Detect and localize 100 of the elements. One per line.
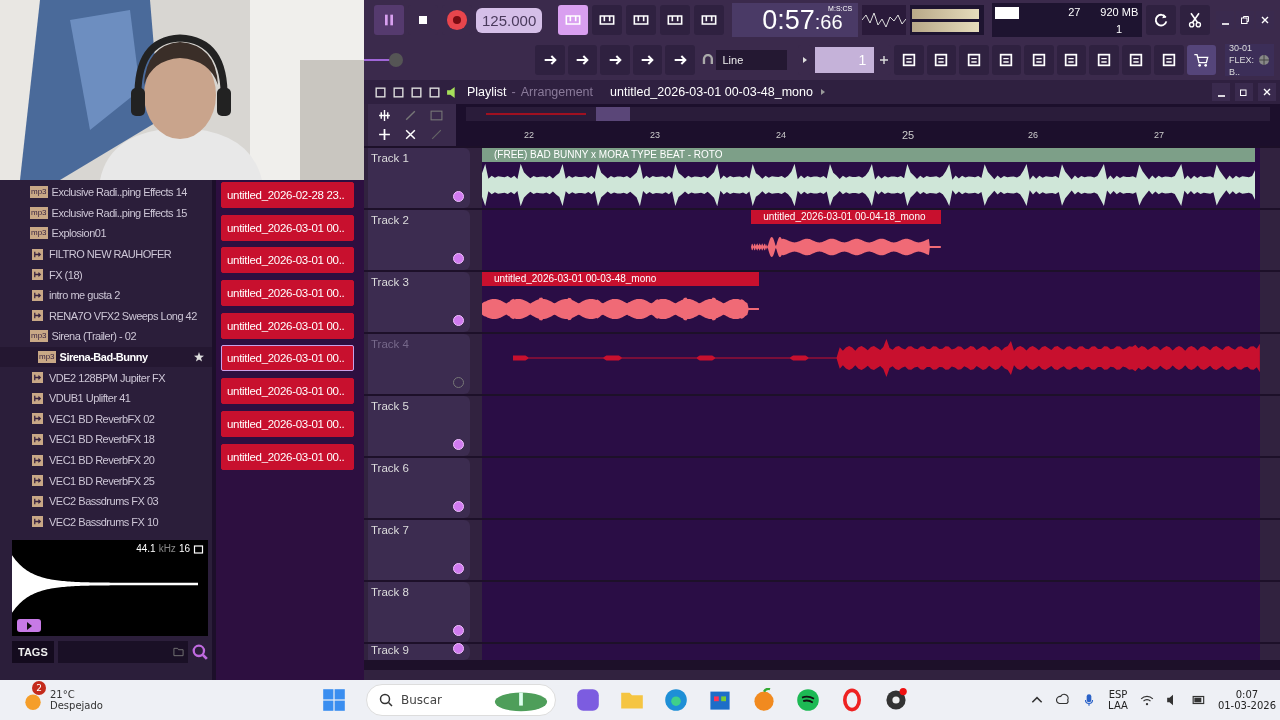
globe-icon[interactable] bbox=[1258, 52, 1270, 68]
clip-item[interactable]: untitled_2026-03-01 00.. bbox=[221, 378, 354, 405]
knob-button[interactable] bbox=[665, 45, 695, 75]
search-field[interactable]: Buscar bbox=[366, 684, 556, 716]
loop-button[interactable] bbox=[694, 5, 725, 35]
browser-item[interactable]: intro me gusta 2 bbox=[49, 289, 120, 302]
person-button[interactable] bbox=[1121, 45, 1151, 75]
wifi-icon[interactable] bbox=[1139, 693, 1154, 707]
browser-item[interactable]: VEC1 BD ReverbFX 25 bbox=[49, 474, 155, 487]
track-header[interactable]: Track 3 bbox=[368, 272, 470, 332]
audio-clip[interactable]: untitled_2026-03-01 00-04-18_mono bbox=[751, 210, 941, 270]
keys-plus-button[interactable] bbox=[660, 5, 691, 35]
clip-item[interactable]: untitled_2026-03-01 00.. bbox=[221, 443, 354, 470]
document-button[interactable] bbox=[1056, 45, 1086, 75]
browser-item[interactable]: VEC2 Bassdrums FX 03 bbox=[49, 495, 159, 508]
browser-item[interactable]: VEC2 Bassdrums FX 10 bbox=[49, 515, 159, 528]
link-button[interactable] bbox=[632, 45, 663, 75]
plug-button[interactable] bbox=[1089, 45, 1119, 75]
track-lane[interactable] bbox=[482, 582, 1260, 642]
browser-item[interactable]: Sirena-Bad-Bunny bbox=[59, 351, 148, 364]
horizontal-scrollbar[interactable] bbox=[364, 660, 1280, 670]
mute-toggle[interactable] bbox=[453, 377, 464, 388]
system-clock[interactable]: 0:07 01-03-2026 bbox=[1217, 689, 1276, 711]
track-header[interactable]: Track 7 bbox=[368, 520, 470, 580]
arrow-button[interactable] bbox=[567, 45, 598, 75]
browser-item[interactable]: FILTRO NEW RAUHOFER bbox=[49, 248, 172, 261]
snap-dropdown[interactable]: Line bbox=[716, 50, 788, 70]
minimize-button[interactable] bbox=[1212, 83, 1230, 101]
tool-icon[interactable] bbox=[410, 85, 423, 99]
search-icon[interactable] bbox=[192, 644, 208, 661]
sparkle-button[interactable] bbox=[558, 5, 589, 35]
tags-field[interactable] bbox=[57, 641, 188, 664]
folder-icon[interactable] bbox=[173, 647, 184, 658]
browser-item[interactable]: VDE2 128BPM Jupiter FX bbox=[49, 371, 166, 384]
track-header[interactable]: Track 6 bbox=[368, 458, 470, 518]
browser-item[interactable]: RENA7O VFX2 Sweeps Long 42 bbox=[49, 309, 197, 322]
waveform-icon[interactable] bbox=[378, 109, 391, 122]
ring-icon[interactable] bbox=[840, 688, 864, 712]
tempo-field[interactable]: 125.000 bbox=[476, 7, 543, 33]
track-header[interactable]: Track 9 bbox=[368, 644, 470, 660]
browser-item[interactable]: VEC1 BD ReverbFX 18 bbox=[49, 433, 155, 446]
browser-item[interactable]: VEC1 BD ReverbFX 02 bbox=[49, 412, 155, 425]
track-lane[interactable] bbox=[482, 396, 1260, 456]
tool-icon[interactable] bbox=[428, 85, 441, 99]
close-icon[interactable] bbox=[404, 128, 417, 141]
track-lane[interactable]: untitled_2026-03-01 00-03-48_mono bbox=[482, 272, 1260, 332]
browser-item[interactable]: Exclusive Radi..ping Effects 15 bbox=[51, 206, 187, 219]
aperture-icon[interactable] bbox=[884, 688, 908, 712]
maximize-button[interactable] bbox=[1235, 83, 1253, 101]
language-indicator[interactable]: ESP LAA bbox=[1108, 689, 1128, 711]
tool-icon[interactable] bbox=[374, 85, 387, 99]
shop-button[interactable] bbox=[1186, 45, 1216, 75]
music-app-icon[interactable] bbox=[796, 688, 820, 712]
track-header[interactable]: Track 1 bbox=[368, 148, 470, 208]
list-button[interactable] bbox=[959, 45, 989, 75]
audio-clip[interactable]: untitled_2026-03-01 00-03-48_mono bbox=[482, 272, 759, 332]
tool-icon[interactable] bbox=[392, 85, 405, 99]
keyboard-button[interactable] bbox=[535, 45, 565, 75]
track-lane[interactable] bbox=[482, 520, 1260, 580]
clip-item[interactable]: untitled_2026-03-01 00.. bbox=[221, 280, 354, 307]
clip-item[interactable]: untitled_2026-03-01 00.. bbox=[221, 410, 354, 437]
browser-item[interactable]: Sirena (Trailer) - 02 bbox=[51, 330, 136, 343]
stairs-button[interactable] bbox=[926, 45, 956, 75]
frame-icon[interactable] bbox=[193, 543, 204, 554]
browser-item[interactable]: Explosion01 bbox=[51, 227, 106, 240]
clip-item[interactable]: untitled_2026-03-01 00.. bbox=[221, 214, 354, 241]
close-button[interactable] bbox=[1258, 83, 1276, 101]
slider-thumb[interactable] bbox=[389, 53, 404, 67]
countdown-button[interactable] bbox=[626, 5, 657, 35]
clip-item[interactable]: untitled_2026-03-01 00.. bbox=[221, 247, 354, 274]
clip-item[interactable]: untitled_2026-02-28 23.. bbox=[221, 182, 354, 208]
track-header[interactable]: Track 8 bbox=[368, 582, 470, 642]
browser-icon[interactable] bbox=[664, 688, 688, 712]
star-icon[interactable] bbox=[194, 352, 204, 363]
browser-item[interactable]: Exclusive Radi..ping Effects 14 bbox=[51, 186, 187, 199]
step-button[interactable] bbox=[894, 45, 924, 75]
track-header[interactable]: Track 5 bbox=[368, 396, 470, 456]
track-header[interactable]: Track 2 bbox=[368, 210, 470, 270]
start-icon[interactable] bbox=[322, 688, 346, 712]
mixer-button[interactable] bbox=[991, 45, 1021, 75]
track-lane[interactable] bbox=[482, 458, 1260, 518]
app-icon[interactable] bbox=[576, 688, 600, 712]
hand-button[interactable] bbox=[1154, 45, 1184, 75]
track-lane[interactable] bbox=[482, 644, 1260, 660]
clip-item[interactable]: untitled_2026-03-01 00.. bbox=[221, 345, 354, 372]
browser-item[interactable]: VDUB1 Uplifter 41 bbox=[49, 392, 131, 405]
reset-button[interactable] bbox=[1146, 5, 1177, 35]
cut-button[interactable] bbox=[1180, 5, 1211, 35]
brush-button[interactable] bbox=[600, 45, 630, 75]
cloud-icon[interactable] bbox=[1056, 693, 1071, 707]
browser-item[interactable]: VEC1 BD ReverbFX 20 bbox=[49, 454, 155, 466]
battery-icon[interactable] bbox=[1191, 693, 1206, 707]
track-lane[interactable]: untitled_2026-03-01 00-04-18_mono bbox=[482, 210, 1260, 270]
overview-scrollbar[interactable] bbox=[466, 107, 1270, 121]
tags-label[interactable]: TAGS bbox=[12, 641, 54, 664]
pause-button[interactable] bbox=[374, 5, 404, 35]
clip-item[interactable]: untitled_2026-03-01 00.. bbox=[221, 312, 354, 339]
plus-icon[interactable] bbox=[378, 128, 391, 141]
browser-item[interactable]: FX (18) bbox=[49, 268, 83, 281]
play-button[interactable] bbox=[17, 619, 41, 633]
